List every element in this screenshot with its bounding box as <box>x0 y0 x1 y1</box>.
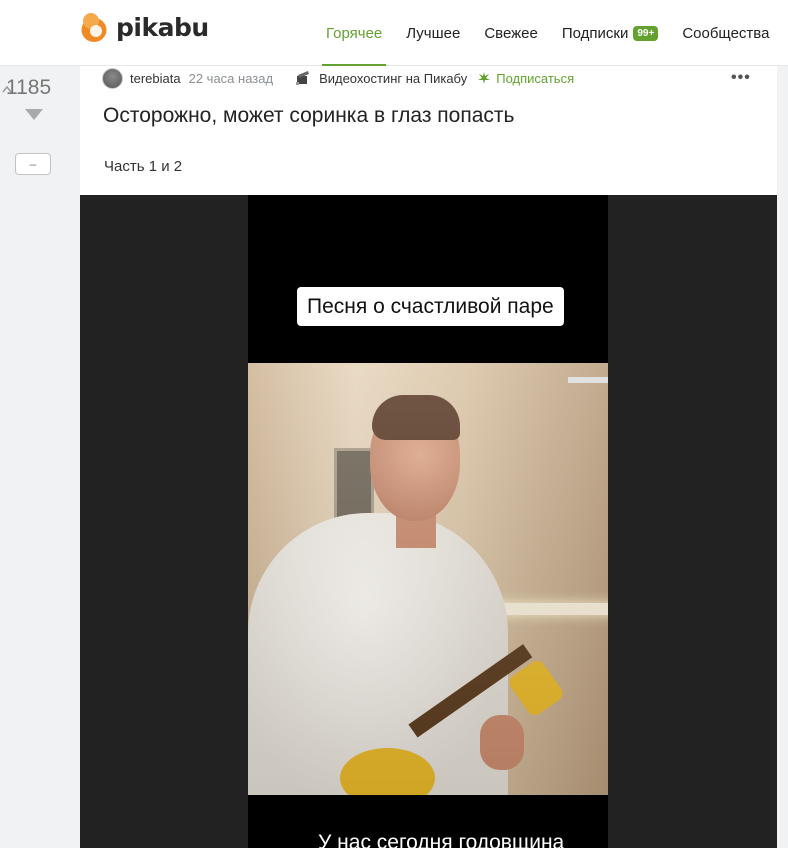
arrow-down-icon[interactable] <box>25 109 43 120</box>
main-nav: Горячее Лучшее Свежее Подписки 99+ Сообщ… <box>314 0 788 66</box>
video-caption-top: Песня о счастливой паре <box>297 287 564 326</box>
nav-communities[interactable]: Сообщества <box>682 0 769 66</box>
subscribe-icon <box>478 72 491 84</box>
nav-subscriptions-label: Подписки <box>561 24 629 42</box>
nav-subscriptions[interactable]: Подписки 99+ <box>561 0 659 66</box>
pikabu-logo[interactable]: pikabu <box>80 11 209 43</box>
nav-best[interactable]: Лучшее <box>406 0 460 66</box>
post-title[interactable]: Осторожно, может соринка в глаз попасть <box>103 104 514 128</box>
logo-text: pikabu <box>116 12 209 42</box>
nav-fresh[interactable]: Свежее <box>484 0 538 66</box>
pikabu-logo-icon <box>81 13 107 42</box>
subscribe-button[interactable]: Подписаться <box>496 71 574 86</box>
author-avatar[interactable] <box>102 67 123 89</box>
more-options-icon[interactable]: ••• <box>731 69 751 87</box>
post-meta: terebiata 22 часа назад Видеохостинг на … <box>102 67 574 89</box>
community-name[interactable]: Видеохостинг на Пикабу <box>319 71 467 86</box>
community-icon <box>296 71 310 85</box>
post-time[interactable]: 22 часа назад <box>189 71 273 86</box>
rating-count: 1185 <box>6 76 52 99</box>
nav-fresh-label: Свежее <box>484 24 538 42</box>
nav-hot[interactable]: Горячее <box>321 0 387 66</box>
author-name[interactable]: terebiata <box>130 71 181 86</box>
top-header: pikabu Горячее Лучшее Свежее Подписки 99… <box>0 0 788 66</box>
nav-hot-label: Горячее <box>326 24 383 42</box>
video-caption-bottom: У нас сегодня годовщина <box>318 831 565 848</box>
video-frame: Песня о счастливой паре У нас сегодня го… <box>248 195 608 848</box>
video-player[interactable]: Песня о счастливой паре У нас сегодня го… <box>80 195 777 848</box>
collapse-post-button[interactable]: – <box>15 153 51 175</box>
post-part-text: Часть 1 и 2 <box>104 158 183 175</box>
post-card: terebiata 22 часа назад Видеохостинг на … <box>80 66 777 848</box>
subscriptions-badge: 99+ <box>633 25 659 41</box>
nav-communities-label: Сообщества <box>682 24 770 42</box>
scene-shading <box>248 363 608 795</box>
video-scene-image <box>248 363 608 795</box>
nav-best-label: Лучшее <box>406 24 461 42</box>
